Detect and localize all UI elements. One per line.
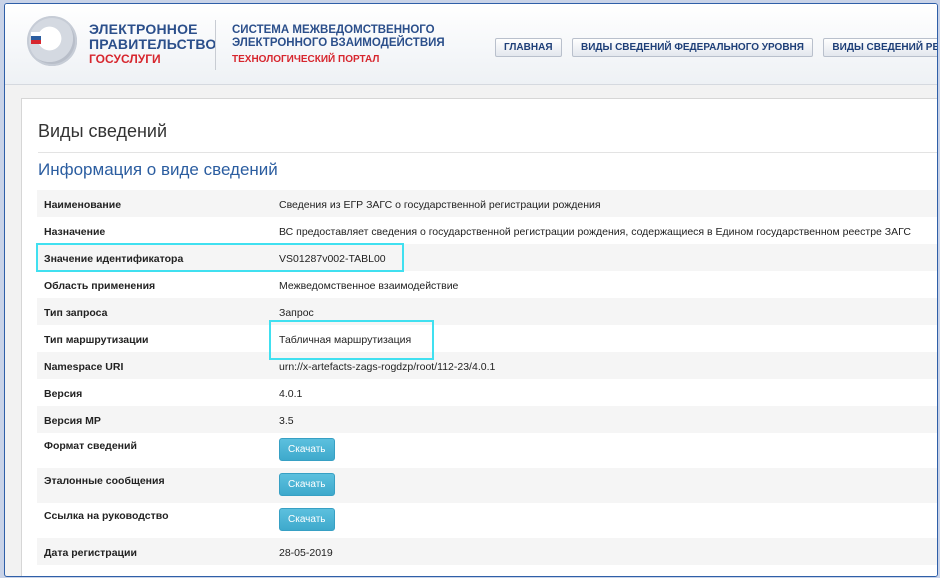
row-value: urn://x-artefacts-zags-rogdzp/root/112-2… <box>279 361 496 373</box>
brand-line2: ПРАВИТЕЛЬСТВО <box>89 36 217 52</box>
system-line1: СИСТЕМА МЕЖВЕДОМСТВЕННОГО <box>232 24 435 36</box>
row-value: 3.5 <box>279 415 294 427</box>
row-key: Версия <box>44 388 83 400</box>
gosuslugi-emblem-icon[interactable] <box>27 16 77 66</box>
row-key: Назначение <box>44 226 106 238</box>
table-row: Формат сведений Скачать <box>37 433 937 468</box>
row-value: Табличная маршрутизация <box>279 334 412 346</box>
page-title: Виды сведений <box>38 121 168 141</box>
brand-line1: ЭЛЕКТРОННОЕ <box>89 21 198 37</box>
row-value: 4.0.1 <box>279 388 303 400</box>
browser-frame: ЭЛЕКТРОННОЕ ПРАВИТЕЛЬСТВО ГОСУСЛУГИ СИСТ… <box>4 3 938 577</box>
header-divider <box>215 20 216 70</box>
table-row: Тип маршрутизации Табличная маршрутизаци… <box>37 325 937 352</box>
table-row: Дата регистрации 28-05-2019 <box>37 538 937 565</box>
row-key: Версия МР <box>44 415 101 427</box>
site-header: ЭЛЕКТРОННОЕ ПРАВИТЕЛЬСТВО ГОСУСЛУГИ СИСТ… <box>5 4 937 85</box>
title-divider <box>38 152 937 153</box>
row-key: Ссылка на руководство <box>44 510 169 522</box>
section-title: Информация о виде сведений <box>38 160 278 179</box>
table-row: Версия 4.0.1 <box>37 379 937 406</box>
row-key: Дата регистрации <box>44 547 137 559</box>
row-value: 28-05-2019 <box>279 547 333 559</box>
table-row: Значение идентификатора VS01287v002-TABL… <box>37 244 937 271</box>
table-row: Ссылка на руководство Скачать <box>37 503 937 538</box>
download-guide-button[interactable]: Скачать <box>279 508 335 531</box>
table-row: Namespace URI urn://x-artefacts-zags-rog… <box>37 352 937 379</box>
brand-line3: ГОСУСЛУГИ <box>89 52 161 66</box>
system-line2: ЭЛЕКТРОННОГО ВЗАИМОДЕЙСТВИЯ <box>232 37 445 49</box>
row-value: Запрос <box>279 307 314 319</box>
row-value: Межведомственное взаимодействие <box>279 280 459 292</box>
system-title: СИСТЕМА МЕЖВЕДОМСТВЕННОГО ЭЛЕКТРОННОГО В… <box>232 24 445 66</box>
table-row: Область применения Межведомственное взаи… <box>37 271 937 298</box>
system-line3: ТЕХНОЛОГИЧЕСКИЙ ПОРТАЛ <box>232 54 380 65</box>
download-samples-button[interactable]: Скачать <box>279 473 335 496</box>
nav-federal-button[interactable]: ВИДЫ СВЕДЕНИЙ ФЕДЕРАЛЬНОГО УРОВНЯ <box>571 38 813 57</box>
row-key: Область применения <box>44 280 156 292</box>
row-key: Тип запроса <box>44 307 108 319</box>
row-value: ВС предоставляет сведения о государствен… <box>279 226 911 238</box>
row-value: Сведения из ЕГР ЗАГС о государственной р… <box>279 199 601 211</box>
row-key: Наименование <box>44 199 122 211</box>
table-row: Версия МР 3.5 <box>37 406 937 433</box>
content-panel: Виды сведений Информация о виде сведений… <box>21 98 937 576</box>
row-key: Значение идентификатора <box>44 253 184 265</box>
table-row: Наименование Сведения из ЕГР ЗАГС о госу… <box>37 190 937 217</box>
row-key: Namespace URI <box>44 361 124 373</box>
download-format-button[interactable]: Скачать <box>279 438 335 461</box>
row-value: VS01287v002-TABL00 <box>279 253 386 265</box>
row-key: Тип маршрутизации <box>44 334 149 346</box>
info-table: Наименование Сведения из ЕГР ЗАГС о госу… <box>37 190 937 565</box>
top-nav: ГЛАВНАЯ ВИДЫ СВЕДЕНИЙ ФЕДЕРАЛЬНОГО УРОВН… <box>495 37 937 57</box>
brand-logo[interactable]: ЭЛЕКТРОННОЕ ПРАВИТЕЛЬСТВО ГОСУСЛУГИ <box>89 22 216 67</box>
table-row: Эталонные сообщения Скачать <box>37 468 937 503</box>
flag-icon <box>31 32 41 44</box>
row-key: Эталонные сообщения <box>44 475 165 487</box>
nav-home-button[interactable]: ГЛАВНАЯ <box>495 38 562 57</box>
table-row: Назначение ВС предоставляет сведения о г… <box>37 217 937 244</box>
row-key: Формат сведений <box>44 440 137 452</box>
nav-regional-button[interactable]: ВИДЫ СВЕДЕНИЙ РЕГИОН <box>823 38 937 57</box>
table-row: Тип запроса Запрос <box>37 298 937 325</box>
